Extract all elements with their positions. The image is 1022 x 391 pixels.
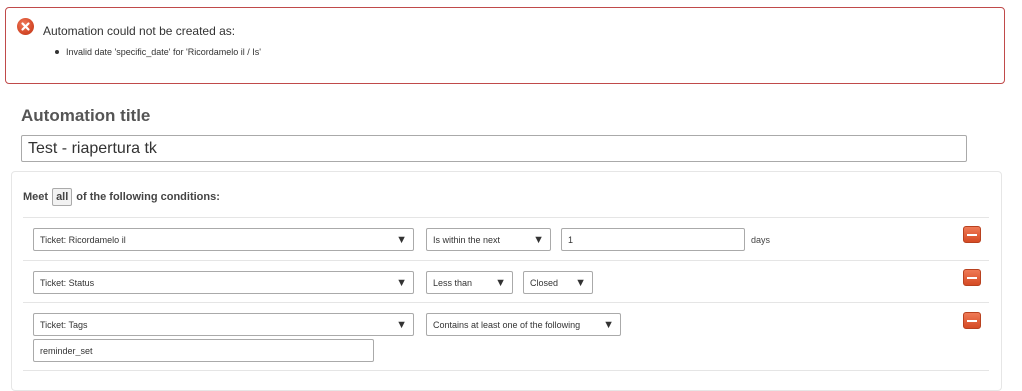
chevron-down-icon: ▼ bbox=[603, 318, 614, 331]
error-item: Invalid date 'specific_date' for 'Ricord… bbox=[54, 45, 261, 59]
meet-all-select[interactable]: all bbox=[52, 188, 73, 206]
chevron-down-icon: ▼ bbox=[396, 318, 407, 331]
row-divider bbox=[23, 302, 989, 303]
minus-icon bbox=[967, 234, 977, 236]
condition-field-select[interactable]: Ticket: Tags ▼ bbox=[33, 313, 414, 336]
condition-field-value: Ticket: Tags bbox=[40, 319, 88, 330]
condition-field-select[interactable]: Ticket: Status ▼ bbox=[33, 271, 414, 294]
chevron-down-icon: ▼ bbox=[495, 276, 506, 289]
condition-operator-value: Less than bbox=[433, 277, 473, 288]
automation-title-label: Automation title bbox=[21, 106, 151, 125]
chevron-down-icon: ▼ bbox=[396, 276, 407, 289]
automation-title-input[interactable] bbox=[21, 135, 967, 162]
row-divider bbox=[23, 260, 989, 261]
error-banner: Automation could not be created as: Inva… bbox=[5, 7, 1005, 84]
error-list: Invalid date 'specific_date' for 'Ricord… bbox=[54, 45, 261, 59]
condition-operator-select[interactable]: Is within the next ▼ bbox=[426, 228, 551, 251]
condition-field-value: Ticket: Status bbox=[40, 277, 95, 288]
condition-operator-value: Is within the next bbox=[433, 234, 501, 245]
error-circle-x-icon bbox=[17, 18, 34, 35]
chevron-down-icon: ▼ bbox=[396, 233, 407, 246]
remove-condition-button[interactable] bbox=[963, 226, 981, 243]
condition-operator-value: Contains at least one of the following bbox=[433, 319, 581, 330]
condition-value-input[interactable] bbox=[561, 228, 745, 251]
tags-input[interactable] bbox=[33, 339, 374, 362]
remove-condition-button[interactable] bbox=[963, 312, 981, 329]
condition-value-select[interactable]: Closed ▼ bbox=[523, 271, 593, 294]
condition-value-text: Closed bbox=[530, 277, 559, 288]
row-divider bbox=[23, 370, 989, 371]
minus-icon bbox=[967, 320, 977, 322]
condition-operator-select[interactable]: Less than ▼ bbox=[426, 271, 513, 294]
minus-icon bbox=[967, 277, 977, 279]
row-divider bbox=[23, 217, 989, 218]
error-title: Automation could not be created as: bbox=[43, 24, 236, 38]
meet-prefix: Meet bbox=[23, 191, 49, 203]
meet-line: Meet all of the following conditions: bbox=[23, 188, 220, 206]
condition-field-value: Ticket: Ricordamelo il bbox=[40, 234, 126, 245]
chevron-down-icon: ▼ bbox=[533, 233, 544, 246]
condition-unit-label: days bbox=[751, 235, 771, 245]
condition-operator-select[interactable]: Contains at least one of the following ▼ bbox=[426, 313, 621, 336]
meet-suffix: of the following conditions: bbox=[76, 191, 220, 203]
condition-field-select[interactable]: Ticket: Ricordamelo il ▼ bbox=[33, 228, 414, 251]
remove-condition-button[interactable] bbox=[963, 269, 981, 286]
chevron-down-icon: ▼ bbox=[575, 276, 586, 289]
